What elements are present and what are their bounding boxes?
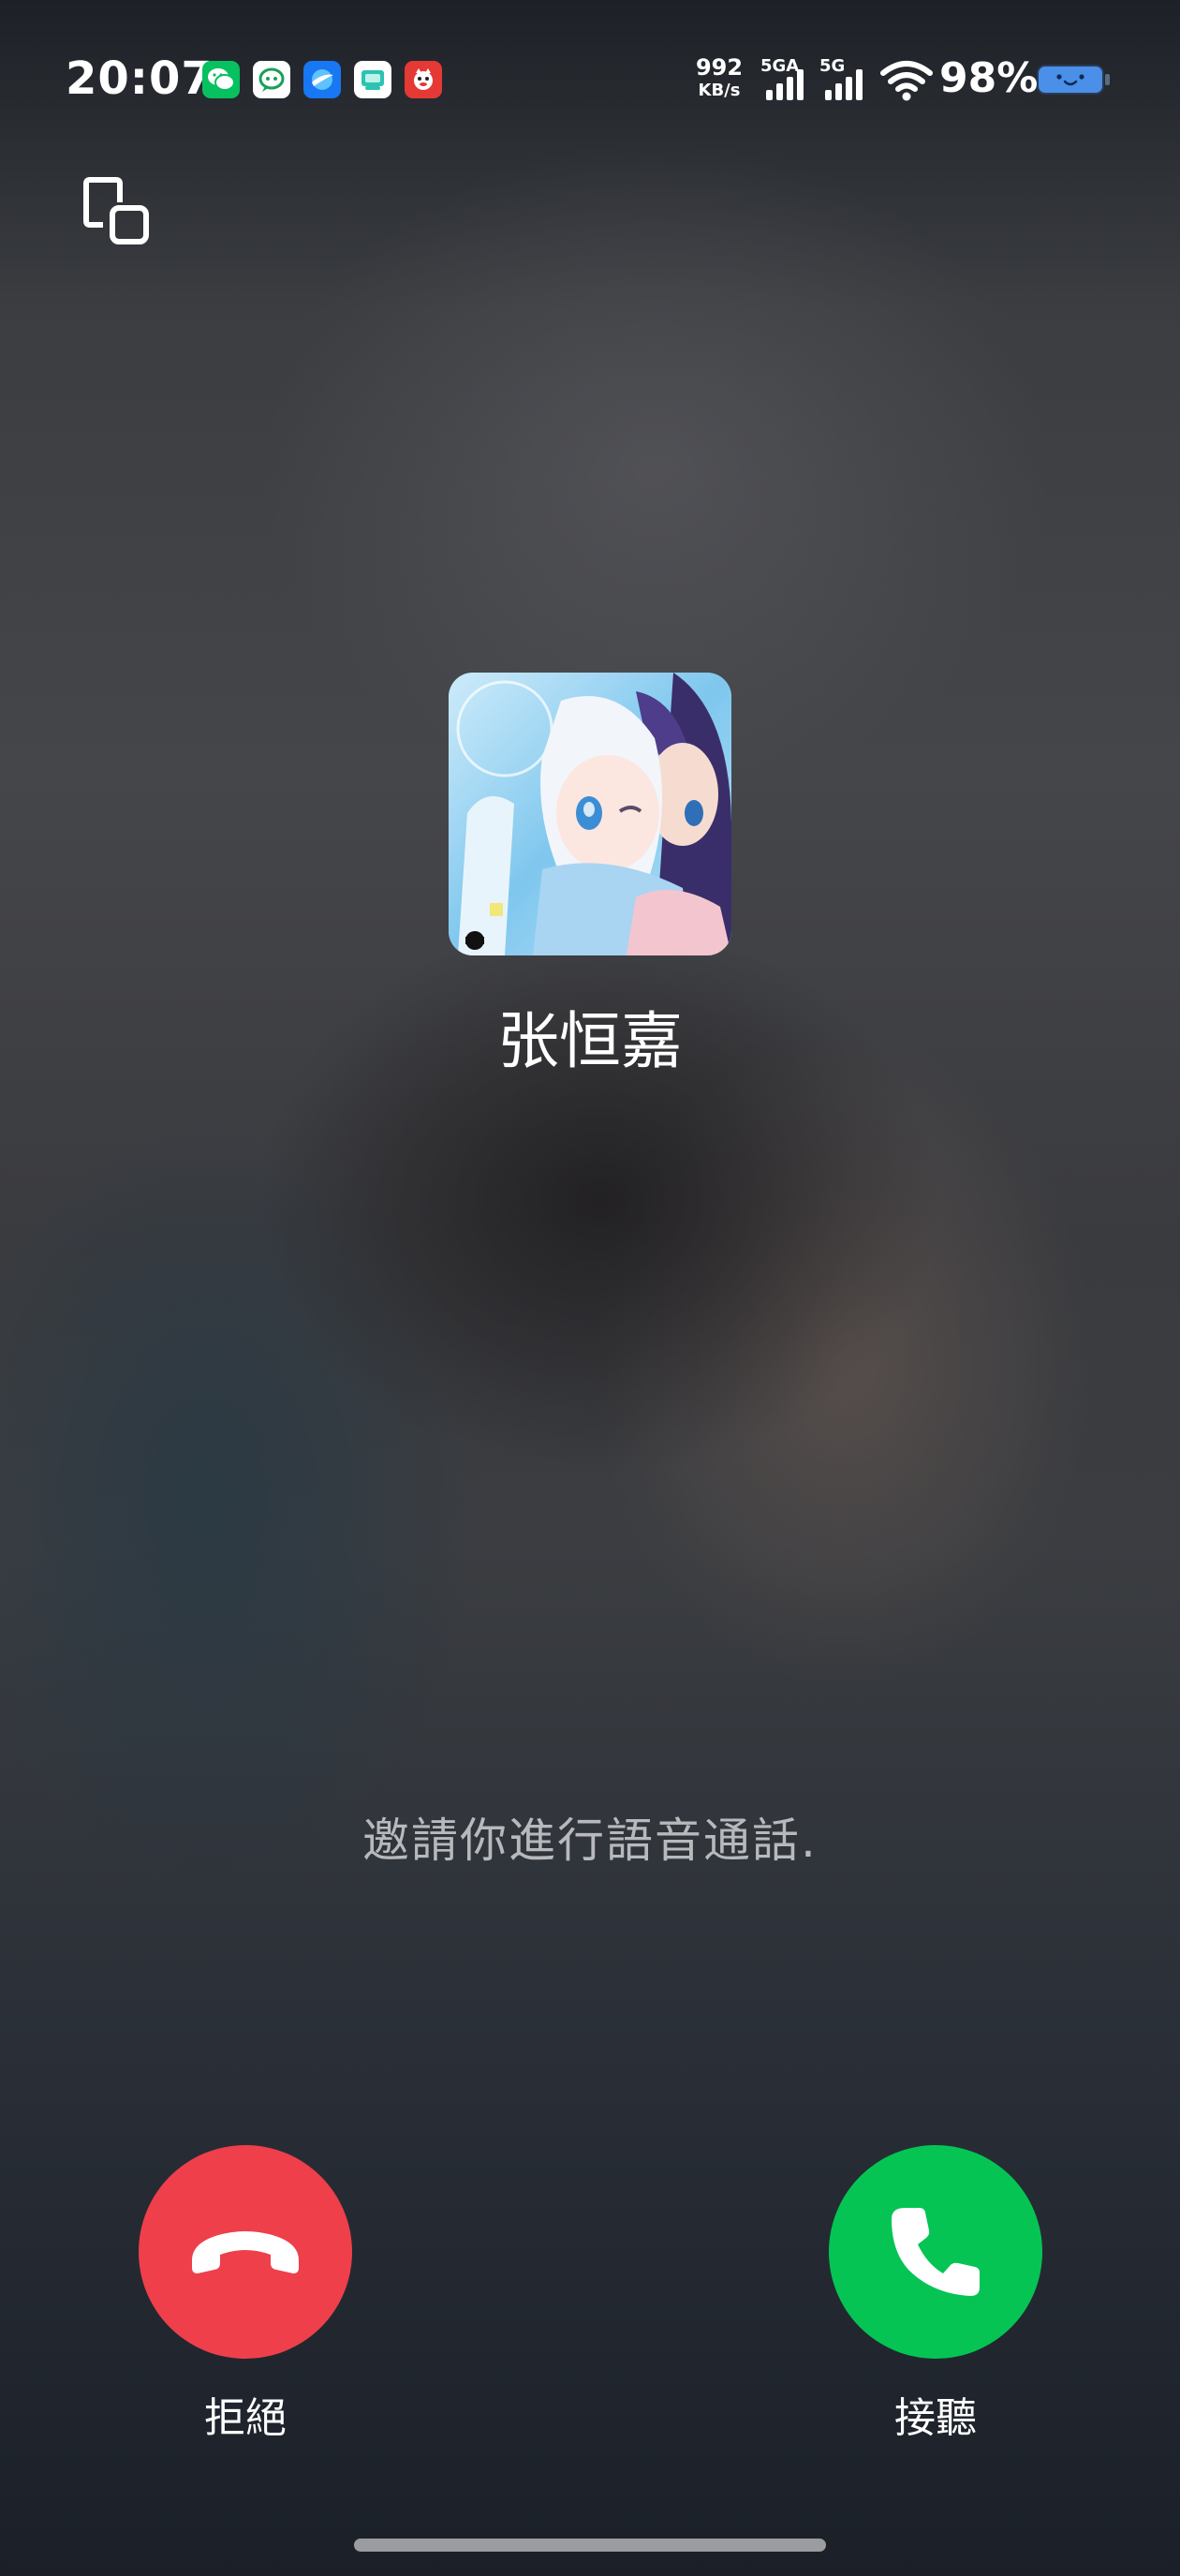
hang-up-icon: [192, 2231, 299, 2273]
status-time: 20:07: [66, 52, 214, 105]
battery-icon: [1037, 65, 1110, 95]
network-speed-unit: KB/s: [698, 81, 741, 100]
status-bar: 20:07 992 KB/s 5GA 5G 98%: [0, 0, 1180, 159]
caller-name: 张恒嘉: [497, 1005, 683, 1077]
mascot-app-icon: [405, 61, 442, 98]
network-speed: 992 KB/s: [693, 56, 745, 99]
avatar-image: [449, 673, 731, 955]
battery-percent: 98%: [939, 54, 1039, 102]
signal-bars-icon: [825, 69, 863, 100]
wifi-icon: [880, 61, 933, 101]
signal-bars-icon: [766, 69, 804, 100]
network-speed-value: 992: [695, 54, 744, 81]
call-status-text: 邀請你進行語音通話.: [362, 1814, 818, 1868]
accept-label: 接聽: [894, 2394, 977, 2442]
accept-button[interactable]: [829, 2145, 1042, 2359]
phone-icon: [892, 2208, 980, 2296]
chat-bubble-icon: [253, 61, 290, 98]
notification-icons: [202, 61, 442, 98]
signal-strength-1: 5GA: [760, 56, 813, 101]
message-app-icon: [354, 61, 391, 98]
signal-strength-2: 5G: [819, 56, 872, 101]
browser-icon: [303, 61, 341, 98]
home-indicator[interactable]: [354, 2539, 826, 2552]
decline-button[interactable]: [139, 2145, 352, 2359]
minimize-window-button[interactable]: [81, 174, 155, 249]
decline-label: 拒絕: [204, 2394, 287, 2442]
caller-avatar: [449, 673, 731, 955]
wechat-icon: [202, 61, 240, 98]
